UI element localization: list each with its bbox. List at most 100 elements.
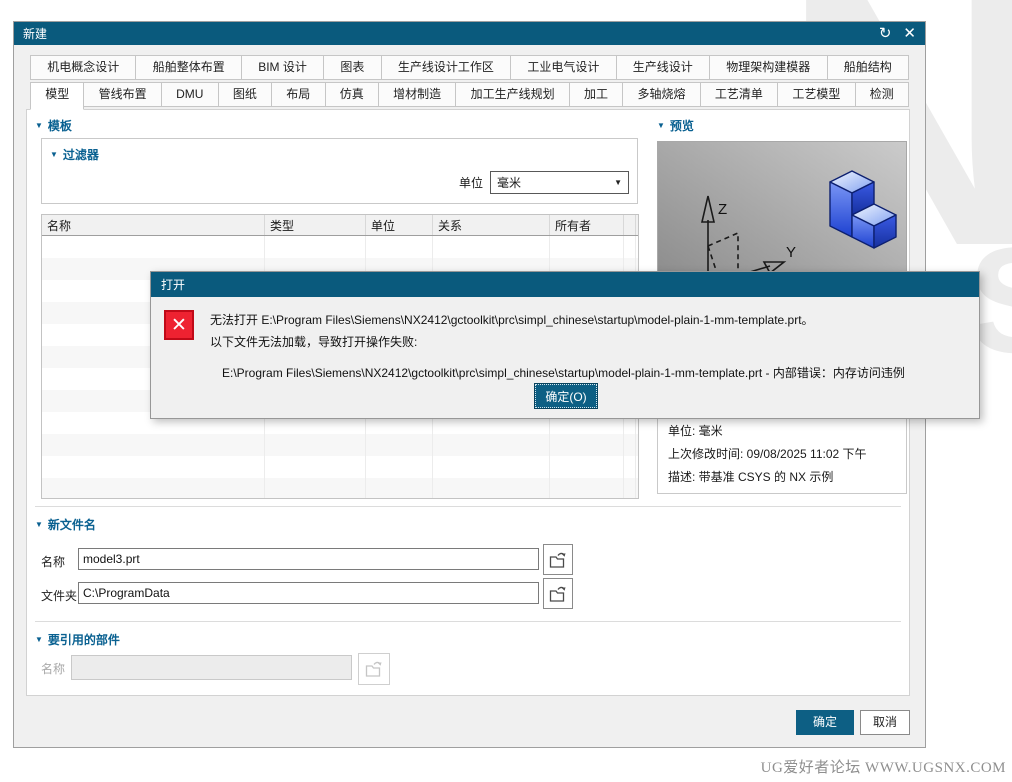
table-row[interactable] xyxy=(42,434,638,456)
unit-label: 单位 xyxy=(458,176,483,190)
reference-name-label: 名称 xyxy=(41,662,66,676)
table-cell xyxy=(550,236,624,258)
folder-input[interactable] xyxy=(78,582,539,604)
tab-tabrow1-2[interactable]: BIM 设计 xyxy=(240,55,325,80)
tab-tabrow1-8[interactable]: 船舶结构 xyxy=(826,55,910,80)
tab-strip: 机电概念设计 船舶整体布置 BIM 设计 图表 生产线设计工作区 工业电气设计 生产线设计物… xyxy=(30,55,910,110)
table-cell xyxy=(265,456,366,478)
section-title: 要引用的部件 xyxy=(47,633,120,647)
section-header-reference-part[interactable]: ▼ 要引用的部件 xyxy=(35,631,120,648)
tab-row-1: 机电概念设计 船舶整体布置 BIM 设计 图表 生产线设计工作区 工业电气设计 生产线设计物… xyxy=(30,55,910,80)
table-row[interactable] xyxy=(42,478,638,498)
property-line: 上次修改时间: 09/08/2025 11:02 下午 xyxy=(668,447,867,461)
tab-tabrow1-1[interactable]: 船舶整体布置 xyxy=(135,55,242,80)
tab-tabrow1-7[interactable]: 物理架构建模器 xyxy=(709,55,828,80)
tab-tabrow1-6[interactable]: 生产线设计 xyxy=(615,55,711,80)
unit-dropdown[interactable]: 毫米 ▼ xyxy=(490,171,629,194)
tab-tabrow2-2[interactable]: DMU xyxy=(160,82,219,107)
tab-tabrow2-12[interactable]: 检测 xyxy=(854,82,909,107)
ok-button[interactable]: 确定 xyxy=(796,710,854,735)
watermark-site-text: UG爱好者论坛 WWW.UGSNX.COM xyxy=(760,760,1006,776)
dialog-titlebar: 新建 ↻ ✕ xyxy=(14,22,925,45)
column-header-1[interactable]: 类型 xyxy=(265,215,366,235)
column-header-extra[interactable] xyxy=(624,215,636,235)
table-cell xyxy=(42,434,265,456)
section-header-preview[interactable]: ▼ 预览 xyxy=(657,117,694,134)
table-row[interactable] xyxy=(42,236,638,258)
open-folder-icon xyxy=(549,552,566,568)
section-header-template[interactable]: ▼ 模板 xyxy=(35,117,72,134)
section-header-new-file[interactable]: ▼ 新文件名 xyxy=(35,516,96,533)
dialog-title: 新建 xyxy=(23,27,48,41)
chevron-down-icon: ▼ xyxy=(614,178,622,187)
tab-tabrow2-8[interactable]: 加工 xyxy=(568,82,624,107)
tab-tabrow2-10[interactable]: 工艺清单 xyxy=(699,82,779,107)
tab-tabrow1-4[interactable]: 生产线设计工作区 xyxy=(380,55,512,80)
properties-lines: 单位: 毫米 上次修改时间: 09/08/2025 11:02 下午 描述: 带基准… xyxy=(668,420,867,489)
tab-tabrow2-7[interactable]: 加工生产线规划 xyxy=(455,82,570,107)
collapse-arrow-icon: ▼ xyxy=(35,634,43,644)
error-detail: E:\Program Files\Siemens\NX2412\gctoolki… xyxy=(222,366,905,380)
close-icon[interactable]: ✕ xyxy=(903,26,916,41)
table-cell xyxy=(624,478,636,498)
tab-tabrow2-9[interactable]: 多轴烧熔 xyxy=(622,82,701,107)
error-ok-button[interactable]: 确定(O) xyxy=(534,383,598,409)
tab-tabrow2-1[interactable]: 管线布置 xyxy=(83,82,162,107)
tab-tabrow2-6[interactable]: 增材制造 xyxy=(377,82,457,107)
folder-label: 文件夹 xyxy=(41,589,78,603)
section-header-filter[interactable]: ▼ 过滤器 xyxy=(50,146,99,163)
open-folder-icon xyxy=(549,586,566,602)
reference-name-input xyxy=(71,655,352,680)
table-cell xyxy=(265,478,366,498)
cancel-button[interactable]: 取消 xyxy=(860,710,910,735)
open-error-dialog: 打开 ✕ 无法打开 E:\Program Files\Siemens\NX241… xyxy=(150,271,980,419)
collapse-arrow-icon: ▼ xyxy=(657,120,665,130)
error-message-line2: 以下文件无法加载，导致打开操作失败: xyxy=(210,335,418,349)
table-cell xyxy=(366,456,433,478)
unit-dropdown-value: 毫米 xyxy=(497,176,522,190)
table-cell xyxy=(550,478,624,498)
tab-tabrow2-11[interactable]: 工艺模型 xyxy=(777,82,856,107)
file-name-input[interactable] xyxy=(78,548,539,570)
table-cell xyxy=(265,236,366,258)
table-cell xyxy=(265,434,366,456)
section-title: 预览 xyxy=(669,119,694,133)
collapse-arrow-icon: ▼ xyxy=(35,120,43,130)
tab-tabrow1-0[interactable]: 机电概念设计 xyxy=(30,55,137,80)
section-divider xyxy=(35,506,901,507)
error-message-line1: 无法打开 E:\Program Files\Siemens\NX2412\gct… xyxy=(210,313,814,327)
table-cell xyxy=(433,236,550,258)
table-cell xyxy=(433,434,550,456)
column-header-2[interactable]: 单位 xyxy=(366,215,433,235)
table-cell xyxy=(42,236,265,258)
tab-row-2: 模型 管线布置 DMU 图纸 布局 仿真 增材制造 加工生产线规划 加工 多轴烧熔 工艺清单 工艺模型… xyxy=(30,82,909,110)
tab-tabrow2-0[interactable]: 模型 xyxy=(30,82,85,110)
section-title: 新文件名 xyxy=(47,518,96,532)
table-cell xyxy=(366,434,433,456)
table-cell xyxy=(433,456,550,478)
table-row[interactable] xyxy=(42,456,638,478)
tab-tabrow2-4[interactable]: 布局 xyxy=(271,82,326,107)
tab-tabrow2-5[interactable]: 仿真 xyxy=(324,82,379,107)
table-cell xyxy=(366,236,433,258)
tab-tabrow2-3[interactable]: 图纸 xyxy=(217,82,273,107)
tab-tabrow1-3[interactable]: 图表 xyxy=(323,55,382,80)
table-cell xyxy=(624,236,636,258)
column-header-0[interactable]: 名称 xyxy=(42,215,265,235)
section-title: 模板 xyxy=(47,119,72,133)
error-message: 无法打开 E:\Program Files\Siemens\NX2412\gct… xyxy=(210,309,814,353)
unit-row: 单位 毫米 ▼ xyxy=(459,171,629,194)
tab-tabrow1-5[interactable]: 工业电气设计 xyxy=(510,55,617,80)
property-line: 描述: 带基准 CSYS 的 NX 示例 xyxy=(668,470,834,484)
collapse-arrow-icon: ▼ xyxy=(50,149,58,159)
block-model xyxy=(829,170,897,249)
browse-folder-button[interactable] xyxy=(543,578,573,609)
browse-file-button[interactable] xyxy=(543,544,573,575)
filter-group: ▼ 过滤器 单位 毫米 ▼ xyxy=(41,138,638,204)
column-header-3[interactable]: 关系 xyxy=(433,215,550,235)
table-cell xyxy=(42,456,265,478)
table-header-row: 名称 类型 单位 关系 所有者 xyxy=(42,215,638,236)
reset-icon[interactable]: ↻ xyxy=(879,26,892,41)
column-header-4[interactable]: 所有者 xyxy=(550,215,624,235)
section-divider xyxy=(35,621,901,622)
